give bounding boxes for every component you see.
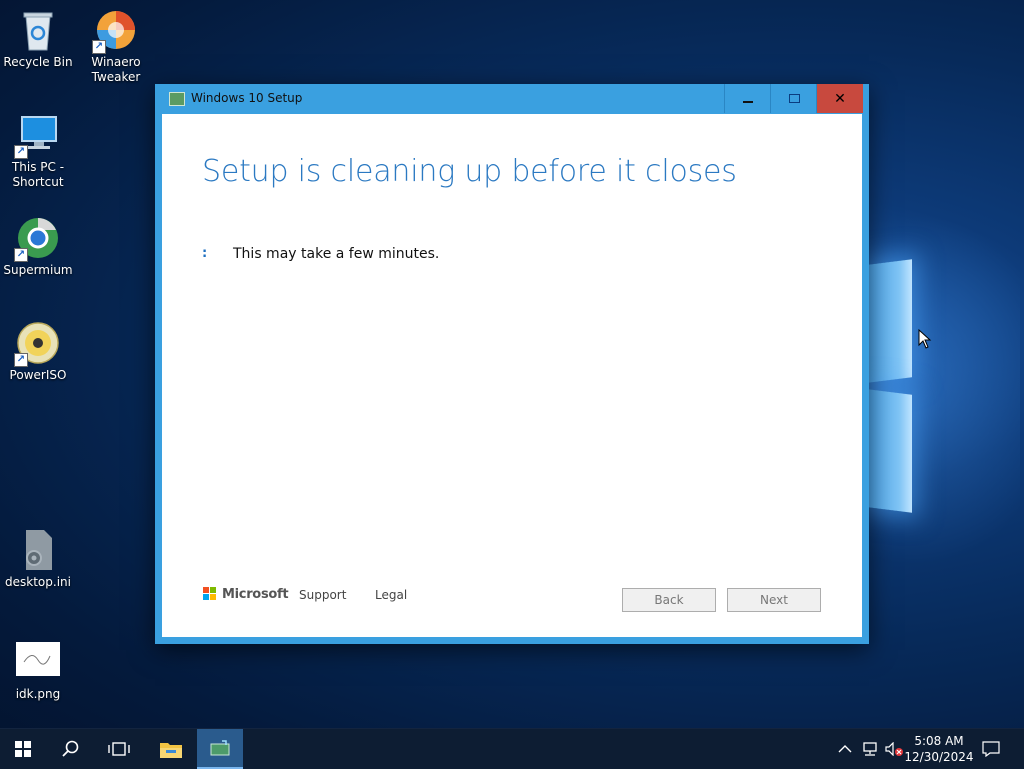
desktop-icon-label: Supermium — [3, 263, 73, 277]
recycle-bin-icon — [16, 8, 60, 52]
task-view-icon — [108, 742, 130, 756]
windows-setup-icon — [210, 740, 230, 756]
microsoft-wordmark: Microsoft — [222, 587, 289, 602]
desktop-icon-winaero-tweaker[interactable]: ↗ Winaero Tweaker — [78, 8, 154, 85]
winaero-tweaker-icon: ↗ — [92, 8, 138, 54]
close-icon: ✕ — [834, 90, 846, 107]
microsoft-logo-icon — [203, 587, 217, 601]
poweriso-icon: ↗ — [14, 321, 60, 367]
progress-spinner-icon: : — [202, 246, 208, 261]
show-hidden-icons-button[interactable] — [838, 729, 852, 769]
desktop-icon-poweriso[interactable]: ↗ PowerISO — [0, 321, 76, 383]
shortcut-arrow-icon: ↗ — [92, 40, 106, 54]
desktop-icon-desktop-ini[interactable]: desktop.ini — [0, 528, 76, 590]
shortcut-arrow-icon: ↗ — [14, 248, 28, 262]
setup-window: Windows 10 Setup ✕ Setup is cleaning up … — [155, 84, 869, 644]
window-titlebar[interactable]: Windows 10 Setup ✕ — [155, 84, 869, 114]
windows-setup-taskbar-button[interactable] — [197, 729, 243, 769]
start-button[interactable] — [0, 729, 46, 769]
clock-date: 12/30/2024 — [904, 750, 974, 764]
task-view-button[interactable] — [96, 729, 142, 769]
close-button[interactable]: ✕ — [816, 84, 863, 113]
taskbar: 5:08 AM 12/30/2024 — [0, 728, 1024, 769]
shortcut-arrow-icon: ↗ — [14, 145, 28, 159]
action-center-button[interactable] — [982, 729, 1000, 769]
back-button[interactable]: Back — [622, 588, 716, 612]
desktop-icon-label: idk.png — [15, 687, 61, 701]
desktop-icon-this-pc[interactable]: ↗ This PC - Shortcut — [0, 113, 76, 190]
file-explorer-icon — [160, 743, 182, 758]
wallpaper-logo-pane-bottom — [868, 389, 912, 513]
shortcut-arrow-icon: ↗ — [14, 353, 28, 367]
minimize-icon — [743, 100, 753, 103]
network-tray-button[interactable] — [861, 729, 879, 769]
start-icon — [15, 741, 31, 757]
image-file-icon — [16, 640, 60, 684]
support-link[interactable]: Support — [299, 588, 346, 602]
page-title: Setup is cleaning up before it closes — [202, 154, 737, 189]
this-pc-icon: ↗ — [14, 113, 60, 159]
desktop-icon-label: Recycle Bin — [3, 55, 73, 69]
desktop-icon-recycle-bin[interactable]: Recycle Bin — [0, 8, 76, 70]
desktop-icon-label: desktop.ini — [5, 575, 71, 589]
clock[interactable]: 5:08 AM 12/30/2024 — [902, 733, 976, 765]
maximize-icon — [788, 94, 800, 103]
setup-content: Setup is cleaning up before it closes : … — [162, 114, 862, 637]
next-button[interactable]: Next — [727, 588, 821, 612]
settings-file-icon — [16, 528, 60, 572]
minimize-button[interactable] — [724, 84, 771, 113]
status-message: This may take a few minutes. — [233, 246, 440, 262]
notification-icon — [982, 741, 1000, 757]
mouse-pointer-icon — [918, 329, 932, 349]
desktop-icon-label: This PC - Shortcut — [11, 160, 65, 189]
wallpaper-logo-pane-top — [868, 259, 912, 383]
network-icon — [863, 742, 877, 756]
clock-time: 5:08 AM — [914, 734, 964, 748]
file-explorer-button[interactable] — [148, 729, 194, 769]
desktop-icon-label: PowerISO — [9, 368, 67, 382]
setup-app-icon — [169, 92, 185, 106]
legal-link[interactable]: Legal — [375, 588, 407, 602]
desktop-icon-supermium[interactable]: ↗ Supermium — [0, 216, 76, 278]
maximize-button[interactable] — [770, 84, 817, 113]
search-icon — [62, 740, 79, 757]
desktop-icon-label: Winaero Tweaker — [91, 55, 141, 84]
search-button[interactable] — [48, 729, 94, 769]
window-title: Windows 10 Setup — [191, 91, 303, 105]
desktop-icon-idk-png[interactable]: idk.png — [0, 640, 76, 702]
chevron-up-icon — [838, 745, 852, 753]
supermium-icon: ↗ — [14, 216, 60, 262]
